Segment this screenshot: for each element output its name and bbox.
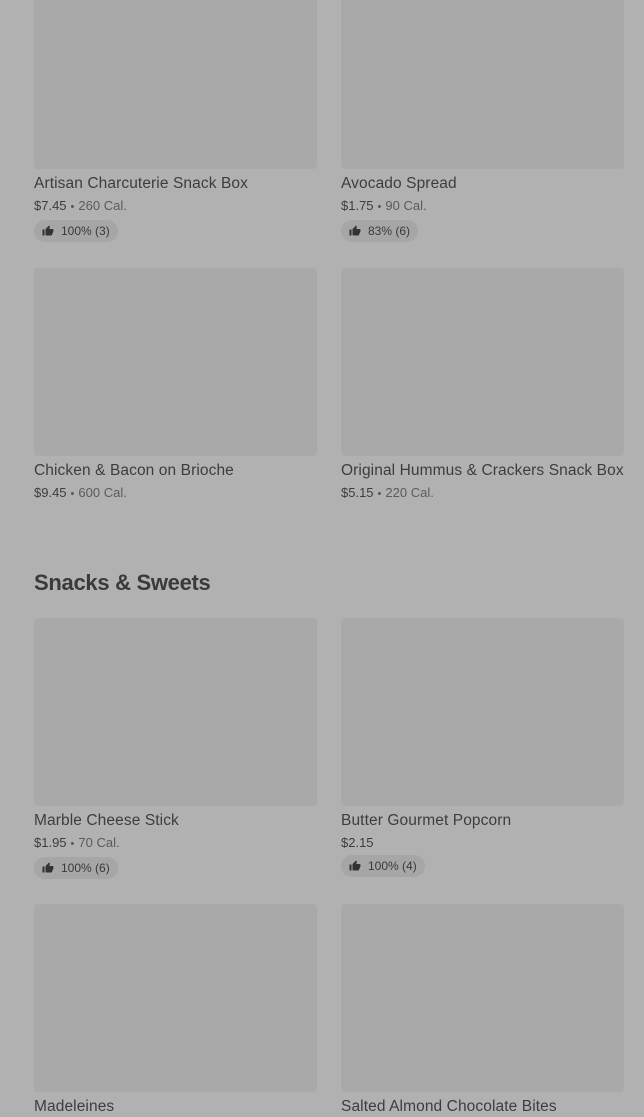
rating-text: 100% (6) <box>61 861 110 875</box>
section-title: Snacks & Sweets <box>34 570 211 595</box>
rating-badge: 100% (6) <box>34 857 118 879</box>
item-price: $1.75 <box>341 198 374 213</box>
item-image <box>341 268 624 456</box>
thumbs-up-icon <box>349 860 361 871</box>
item-meta: $2.15 <box>341 834 624 851</box>
thumbs-up-icon <box>349 225 361 236</box>
item-meta: $5.15 • 220 Cal. <box>341 484 624 503</box>
menu-item-card[interactable]: Marble Cheese Stick $1.95 • 70 Cal. 100% (… <box>34 618 317 879</box>
item-image <box>34 618 317 806</box>
item-meta: $1.95 • 70 Cal. <box>34 834 317 853</box>
menu-item-card[interactable]: Chicken & Bacon on Brioche $9.45 • 600 Cal… <box>34 268 317 503</box>
item-calories: 260 Cal. <box>78 198 127 213</box>
thumbs-up-icon <box>42 225 54 236</box>
item-price: $1.95 <box>34 835 67 850</box>
menu-item-card[interactable]: Madeleines <box>34 904 317 1117</box>
item-calories: 90 Cal. <box>385 198 427 213</box>
separator: • <box>377 488 382 500</box>
item-price: $9.45 <box>34 485 67 500</box>
item-meta: $9.45 • 600 Cal. <box>34 484 317 503</box>
item-name: Butter Gourmet Popcorn <box>341 812 512 829</box>
item-name: Avocado Spread <box>341 175 457 192</box>
item-image <box>34 0 317 169</box>
rating-badge: 83% (6) <box>341 220 419 242</box>
item-image <box>34 268 317 456</box>
separator: • <box>377 201 382 213</box>
item-calories: 220 Cal. <box>385 485 434 500</box>
item-meta: $7.45 • 260 Cal. <box>34 197 317 216</box>
item-image <box>341 904 624 1092</box>
separator: • <box>70 201 75 213</box>
menu-item-card[interactable]: Avocado Spread $1.75 • 90 Cal. 83% (6) <box>341 0 624 242</box>
item-meta: $1.75 • 90 Cal. <box>341 197 624 216</box>
rating-badge: 100% (3) <box>34 220 118 242</box>
menu-item-card[interactable]: Artisan Charcuterie Snack Box $7.45 • 260 … <box>34 0 317 242</box>
item-price: $5.15 <box>341 485 374 500</box>
rating-badge: 100% (4) <box>341 855 425 877</box>
item-image <box>34 904 317 1092</box>
item-name: Salted Almond Chocolate Bites <box>341 1098 557 1115</box>
item-name: Marble Cheese Stick <box>34 812 179 829</box>
rating-text: 100% (3) <box>61 224 110 238</box>
item-price: $7.45 <box>34 198 67 213</box>
menu-item-card[interactable]: Salted Almond Chocolate Bites <box>341 904 624 1117</box>
item-calories: 600 Cal. <box>78 485 127 500</box>
item-price: $2.15 <box>341 835 374 850</box>
separator: • <box>70 488 75 500</box>
item-name: Chicken & Bacon on Brioche <box>34 462 234 479</box>
item-name: Original Hummus & Crackers Snack Box <box>341 462 624 479</box>
menu-item-card[interactable]: Butter Gourmet Popcorn $2.15 100% (4) <box>341 618 624 877</box>
item-image <box>341 0 624 169</box>
thumbs-up-icon <box>42 862 54 873</box>
item-image <box>341 618 624 806</box>
menu-item-card[interactable]: Original Hummus & Crackers Snack Box $5.… <box>341 268 624 503</box>
separator: • <box>70 838 75 850</box>
item-calories: 70 Cal. <box>78 835 120 850</box>
item-name: Artisan Charcuterie Snack Box <box>34 175 248 192</box>
item-name: Madeleines <box>34 1098 115 1115</box>
rating-text: 100% (4) <box>368 859 417 873</box>
rating-text: 83% (6) <box>368 224 411 238</box>
